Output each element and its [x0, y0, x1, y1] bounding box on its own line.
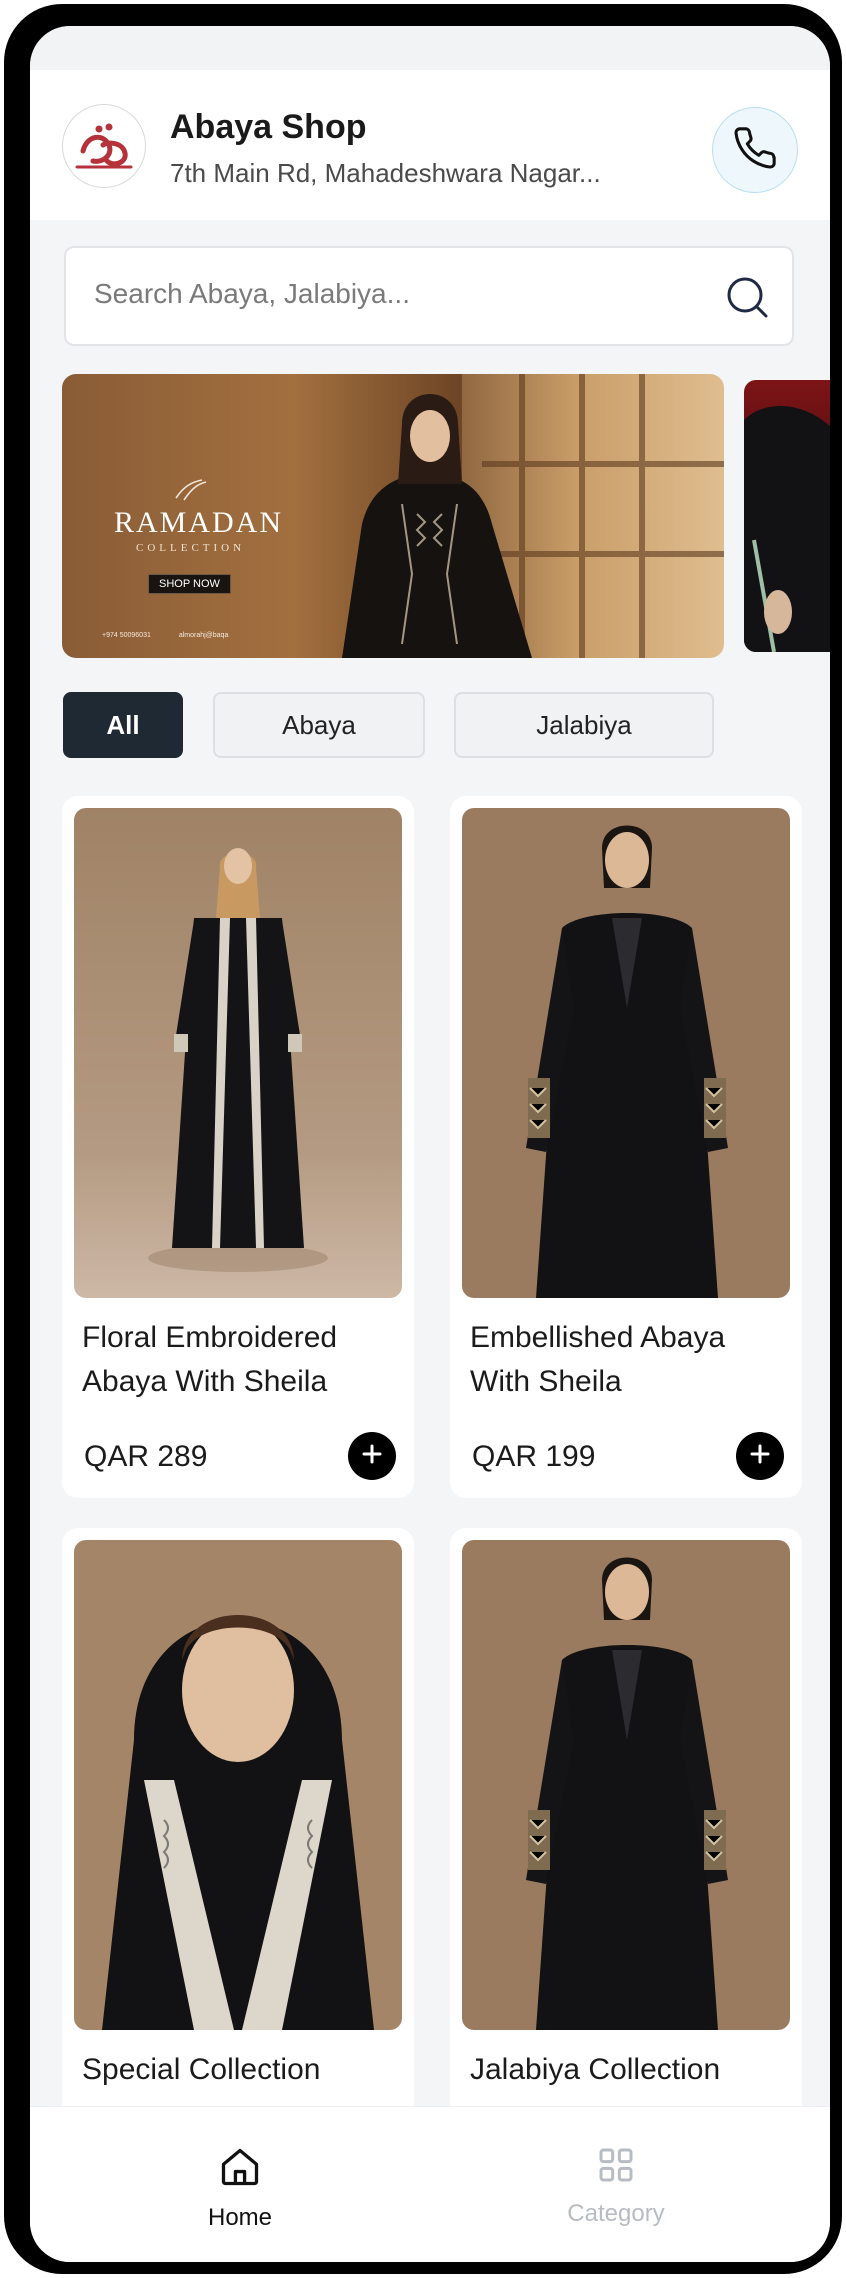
phone-icon [732, 125, 778, 176]
nav-home[interactable]: Home [130, 2107, 350, 2262]
banner-calligraphy-icon [175, 479, 207, 501]
filter-chip-jalabiya[interactable]: Jalabiya [454, 692, 714, 758]
nav-category-label: Category [567, 2200, 665, 2227]
product-name[interactable]: Embellished Abaya With Sheila [470, 1316, 790, 1404]
banner-phone: +974 50096031 [102, 632, 151, 639]
ramadan-banner[interactable]: RAMADAN COLLECTION SHOP NOW +974 5009603… [62, 374, 724, 658]
add-to-cart-button[interactable] [736, 1432, 784, 1480]
product-image[interactable] [462, 808, 790, 1298]
app-screen: Abaya Shop 7th Main Rd, Mahadeshwara Nag… [30, 26, 830, 2262]
product-name[interactable]: Floral Embroidered Abaya With Sheila [82, 1316, 402, 1404]
banner-2-illustration [744, 406, 830, 652]
shop-address: 7th Main Rd, Mahadeshwara Nagar... [170, 158, 601, 188]
plus-icon [361, 1443, 383, 1470]
product-card[interactable]: Jalabiya Collection [450, 1528, 802, 2148]
product-card[interactable]: Floral Embroidered Abaya With Sheila QAR… [62, 796, 414, 1498]
search-input[interactable]: Search Abaya, Jalabiya... [64, 246, 794, 346]
banner-contact: +974 50096031 almorahj@baqa [102, 632, 228, 639]
product-card[interactable]: Special Collection [62, 1528, 414, 2148]
banner-email: almorahj@baqa [178, 632, 229, 639]
grid-icon [596, 2145, 636, 2190]
shop-header: Abaya Shop 7th Main Rd, Mahadeshwara Nag… [30, 70, 830, 220]
search-icon[interactable] [724, 274, 770, 325]
bottom-nav: Home Category [30, 2106, 830, 2262]
call-button[interactable] [712, 107, 798, 193]
product-image[interactable] [74, 808, 402, 1298]
product-image[interactable] [74, 1540, 402, 2030]
product-price: QAR 199 [472, 1440, 596, 1473]
shop-now-button[interactable]: SHOP NOW [148, 574, 231, 594]
product-image[interactable] [462, 1540, 790, 2030]
banner-subtitle: COLLECTION [136, 542, 246, 554]
collection-banner-2[interactable] [744, 380, 830, 652]
phone-frame: Abaya Shop 7th Main Rd, Mahadeshwara Nag… [4, 4, 842, 2274]
product-name[interactable]: Jalabiya Collection [470, 2048, 790, 2092]
add-to-cart-button[interactable] [348, 1432, 396, 1480]
shop-logo [62, 104, 146, 188]
banner-title: RAMADAN [114, 506, 284, 539]
product-price: QAR 289 [84, 1440, 208, 1473]
filter-chip-abaya[interactable]: Abaya [213, 692, 425, 758]
nav-home-label: Home [207, 2204, 273, 2231]
search-placeholder: Search Abaya, Jalabiya... [94, 278, 410, 309]
product-name[interactable]: Special Collection [82, 2048, 402, 2092]
status-bar [30, 26, 830, 70]
product-card[interactable]: Embellished Abaya With Sheila QAR 199 [450, 796, 802, 1498]
filter-chip-all[interactable]: All [63, 692, 183, 758]
plus-icon [749, 1443, 771, 1470]
home-icon [218, 2145, 262, 2194]
shop-name: Abaya Shop [170, 108, 367, 146]
nav-category[interactable]: Category [506, 2107, 726, 2262]
